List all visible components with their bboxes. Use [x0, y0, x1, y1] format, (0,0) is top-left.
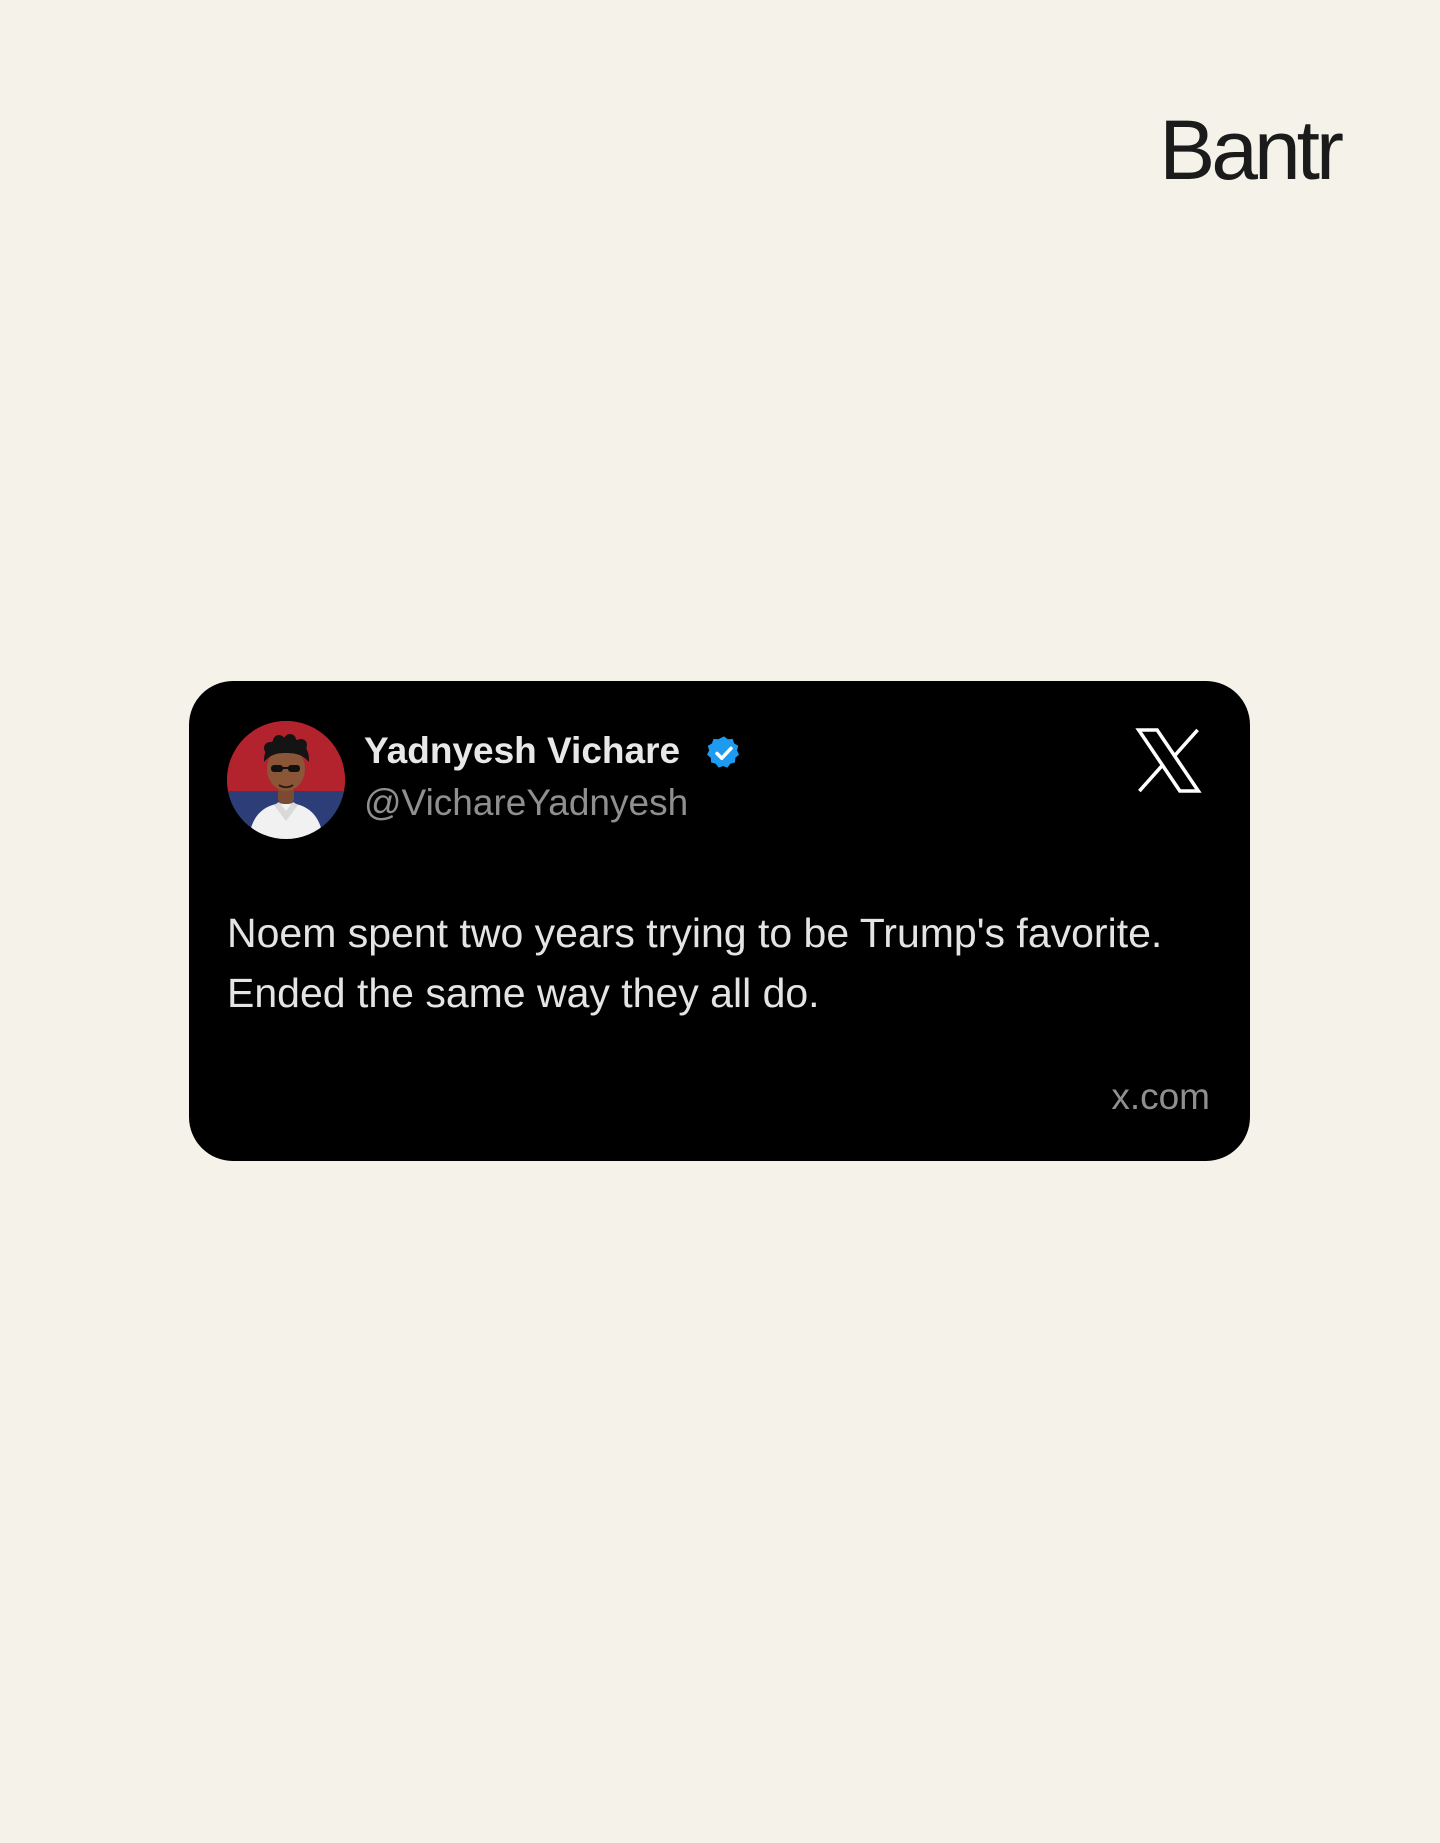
brand-logo: Bantr [1159, 103, 1344, 197]
author-avatar[interactable] [227, 721, 345, 839]
author-handle[interactable]: @VichareYadnyesh [364, 782, 688, 824]
author-name[interactable]: Yadnyesh Vichare [364, 730, 680, 772]
tweet-card[interactable]: Yadnyesh Vichare @VichareYadnyesh Noem s… [189, 681, 1250, 1161]
x-logo-icon[interactable] [1133, 725, 1204, 796]
source-domain[interactable]: x.com [1111, 1076, 1210, 1118]
avatar-image [227, 721, 345, 839]
verified-badge-icon [707, 736, 740, 768]
tweet-text: Noem spent two years trying to be Trump'… [227, 910, 1163, 1016]
